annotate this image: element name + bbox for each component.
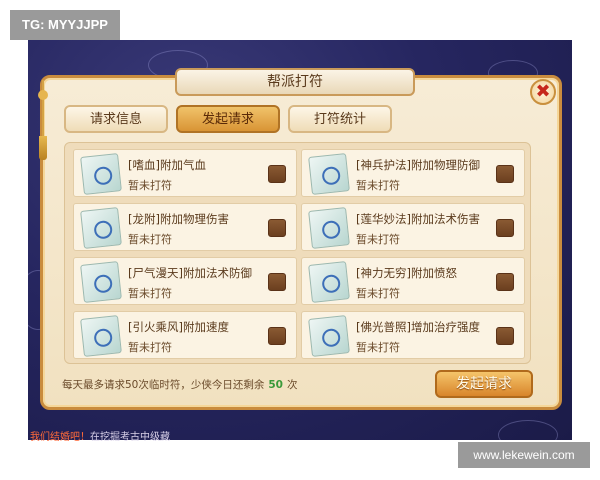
- list-item[interactable]: [神力无穷]附加愤怒 暂未打符: [301, 257, 525, 305]
- item-checkbox[interactable]: [268, 273, 286, 291]
- list-item[interactable]: [引火乘风]附加速度 暂未打符: [73, 311, 297, 359]
- item-status: 暂未打符: [356, 233, 400, 246]
- chat-text: 在挖掘考古中级藏: [90, 432, 170, 443]
- item-name: [龙附]附加物理伤害: [128, 212, 229, 226]
- remaining-count: 50: [268, 379, 283, 391]
- talisman-list: [嗜血]附加气血 暂未打符 [神兵护法]附加物理防御 暂未打符 [龙附]附加物理…: [64, 142, 531, 364]
- tassel-ornament: [38, 80, 48, 160]
- close-icon[interactable]: ✖: [530, 79, 556, 105]
- overlay-tag: TG: MYYJJPP: [10, 10, 120, 40]
- talisman-icon: [308, 315, 350, 357]
- item-status: 暂未打符: [356, 341, 400, 354]
- item-name: [尸气漫天]附加法术防御: [128, 266, 252, 280]
- item-checkbox[interactable]: [496, 219, 514, 237]
- talisman-icon: [80, 153, 122, 195]
- chat-message[interactable]: 我们结婚吧！在挖掘考古中级藏: [30, 428, 170, 443]
- dialog-title: 帮派打符: [175, 68, 415, 96]
- tab-send-request[interactable]: 发起请求: [176, 105, 280, 133]
- talisman-icon: [308, 261, 350, 303]
- talisman-icon: [80, 261, 122, 303]
- tab-talisman-stats[interactable]: 打符统计: [288, 105, 392, 133]
- list-item[interactable]: [尸气漫天]附加法术防御 暂未打符: [73, 257, 297, 305]
- item-status: 暂未打符: [356, 179, 400, 192]
- talisman-icon: [308, 153, 350, 195]
- item-name: [佛光普照]增加治疗强度: [356, 320, 480, 334]
- item-status: 暂未打符: [128, 233, 172, 246]
- send-request-button[interactable]: 发起请求: [435, 370, 533, 398]
- request-limit-note: 每天最多请求50次临时符，少侠今日还剩余 50 次: [62, 377, 298, 392]
- talisman-icon: [80, 315, 122, 357]
- list-item[interactable]: [佛光普照]增加治疗强度 暂未打符: [301, 311, 525, 359]
- list-item[interactable]: [莲华妙法]附加法术伤害 暂未打符: [301, 203, 525, 251]
- item-name: [神力无穷]附加愤怒: [356, 266, 457, 280]
- note-prefix: 每天最多请求50次临时符，少侠今日还剩余: [62, 379, 265, 391]
- item-checkbox[interactable]: [268, 219, 286, 237]
- item-name: [神兵护法]附加物理防御: [356, 158, 480, 172]
- tab-request-info[interactable]: 请求信息: [64, 105, 168, 133]
- list-item[interactable]: [神兵护法]附加物理防御 暂未打符: [301, 149, 525, 197]
- talisman-icon: [80, 207, 122, 249]
- item-status: 暂未打符: [128, 287, 172, 300]
- item-status: 暂未打符: [356, 287, 400, 300]
- item-checkbox[interactable]: [496, 165, 514, 183]
- item-name: [引火乘风]附加速度: [128, 320, 229, 334]
- watermark: www.lekewein.com: [458, 442, 590, 468]
- item-checkbox[interactable]: [496, 327, 514, 345]
- item-checkbox[interactable]: [268, 165, 286, 183]
- list-item[interactable]: [龙附]附加物理伤害 暂未打符: [73, 203, 297, 251]
- chat-highlight: 我们结婚吧！: [30, 432, 90, 443]
- item-name: [莲华妙法]附加法术伤害: [356, 212, 480, 226]
- list-item[interactable]: [嗜血]附加气血 暂未打符: [73, 149, 297, 197]
- item-status: 暂未打符: [128, 179, 172, 192]
- item-checkbox[interactable]: [268, 327, 286, 345]
- talisman-icon: [308, 207, 350, 249]
- note-suffix: 次: [287, 379, 298, 391]
- item-status: 暂未打符: [128, 341, 172, 354]
- item-checkbox[interactable]: [496, 273, 514, 291]
- item-name: [嗜血]附加气血: [128, 158, 206, 172]
